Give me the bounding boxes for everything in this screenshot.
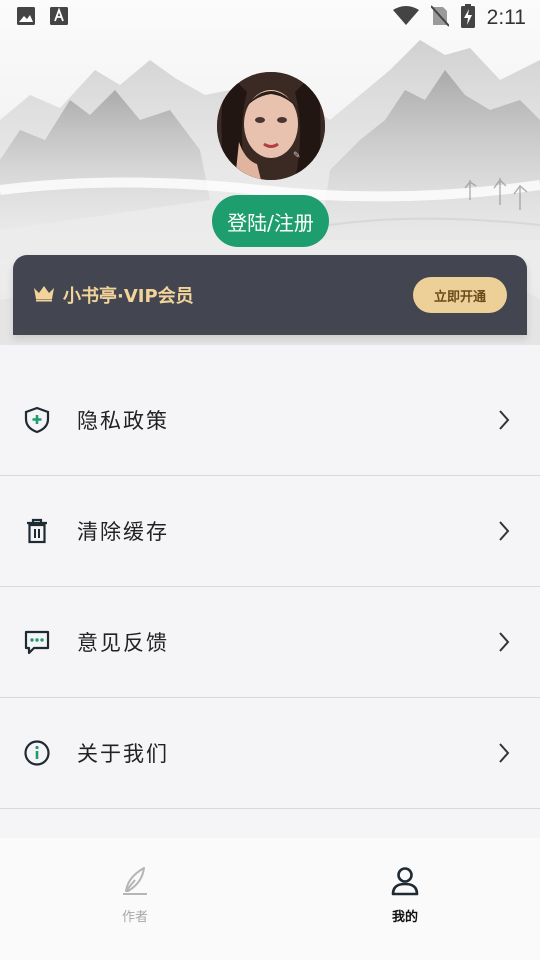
battery-charging-icon (460, 4, 475, 32)
trash-icon (22, 516, 52, 546)
tab-label: 作者 (121, 910, 148, 925)
menu-item-label: 关于我们 (77, 742, 169, 766)
vip-banner[interactable]: 小书亭·VIP会员 立即开通 (13, 255, 527, 335)
crown-icon (33, 284, 55, 306)
chevron-right-icon (496, 408, 512, 432)
image-icon (16, 6, 36, 30)
tab-mine[interactable]: 我的 (270, 838, 540, 960)
status-bar: 2:11 (0, 0, 540, 36)
menu-item-about-us[interactable]: 关于我们 (0, 698, 540, 809)
chevron-right-icon (496, 630, 512, 654)
font-icon (50, 6, 68, 30)
pen-icon (120, 865, 150, 901)
avatar-portrait-image: ✎ (217, 72, 325, 180)
feedback-icon (22, 627, 52, 657)
vip-activate-button[interactable]: 立即开通 (413, 277, 507, 313)
menu-item-privacy-policy[interactable]: 隐私政策 (0, 365, 540, 476)
menu-item-clear-cache[interactable]: 清除缓存 (0, 476, 540, 587)
shield-plus-icon (22, 405, 52, 435)
person-icon (390, 865, 420, 901)
chevron-right-icon (496, 519, 512, 543)
status-time: 2:11 (486, 6, 526, 29)
tab-label: 我的 (391, 910, 418, 925)
menu-item-label: 意见反馈 (77, 631, 169, 655)
wifi-icon (392, 6, 419, 30)
no-sim-icon (429, 5, 450, 31)
settings-menu: 隐私政策 清除缓存 意见反馈 关于我们 (0, 365, 540, 809)
menu-item-feedback[interactable]: 意见反馈 (0, 587, 540, 698)
tab-author[interactable]: 作者 (0, 838, 270, 960)
svg-text:✎: ✎ (293, 151, 301, 161)
info-icon (22, 738, 52, 768)
chevron-right-icon (496, 741, 512, 765)
menu-item-label: 清除缓存 (77, 520, 169, 544)
login-register-button[interactable]: 登陆/注册 (212, 195, 329, 247)
vip-title: 小书亭·VIP会员 (63, 286, 194, 307)
menu-item-label: 隐私政策 (77, 409, 169, 433)
avatar[interactable]: ✎ (217, 72, 325, 180)
bottom-tab-bar: 作者 我的 (0, 838, 540, 960)
